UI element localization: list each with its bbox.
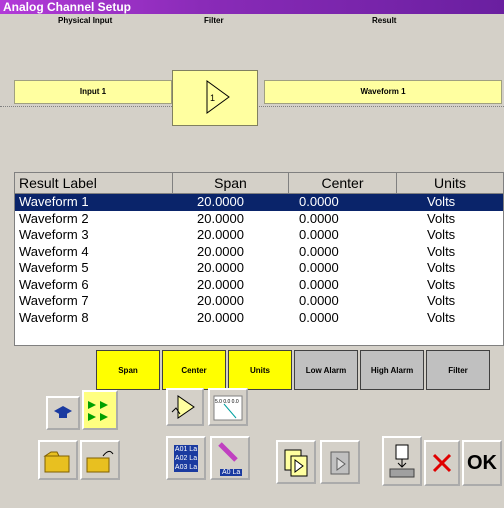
filter-triangle-icon: 1 — [206, 80, 230, 114]
cell-result-label: Waveform 7 — [19, 293, 89, 308]
cell-span: 20.0000 — [197, 243, 244, 259]
folder-arrow-icon — [86, 450, 114, 473]
graduate-button[interactable] — [46, 396, 80, 430]
input-box[interactable]: Input 1 — [14, 80, 172, 104]
table-body: Waveform 1 20.0000 0.0000 Volts Waveform 2 20… — [15, 194, 503, 326]
cell-units: Volts — [427, 210, 456, 226]
filter-number: 1 — [210, 93, 215, 103]
cell-result-label: Waveform 1 — [19, 194, 89, 209]
tab-filter[interactable]: Filter — [426, 350, 490, 390]
cell-span: 20.0000 — [197, 227, 244, 242]
cell-units: Volts — [427, 260, 456, 275]
col-result-label[interactable]: Result Label — [15, 173, 173, 193]
cell-units: Volts — [427, 293, 456, 308]
cell-result-label: Waveform 5 — [19, 260, 89, 275]
cell-result-label: Waveform 8 — [19, 309, 89, 325]
apply-button[interactable] — [382, 436, 422, 486]
cell-span: 20.0000 — [197, 260, 244, 275]
hand-press-icon — [389, 444, 415, 478]
col-units[interactable]: Units — [397, 173, 503, 193]
result-header: Result — [372, 16, 397, 25]
cell-units: Volts — [427, 194, 456, 209]
channel-diagram: Physical Input Filter Result Input 1 1 W… — [0, 14, 504, 155]
table-row[interactable]: Waveform 4 20.0000 0.0000 Volts — [15, 244, 503, 261]
label-line-2: A02 La — [173, 453, 199, 463]
table-row[interactable]: Waveform 5 20.0000 0.0000 Volts — [15, 260, 503, 277]
table-row[interactable]: Waveform 6 20.0000 0.0000 Volts — [15, 277, 503, 294]
label-list-button[interactable]: A01 La A02 La A03 La — [166, 436, 206, 480]
cell-center: 0.0000 — [299, 227, 339, 242]
graduation-cap-icon — [54, 406, 72, 418]
tab-high-alarm[interactable]: High Alarm — [360, 350, 424, 390]
cell-units: Volts — [427, 309, 456, 325]
cell-result-label: Waveform 2 — [19, 210, 89, 226]
filter-block[interactable]: 1 — [172, 70, 258, 126]
cell-center: 0.0000 — [299, 243, 339, 259]
table-row[interactable]: Waveform 8 20.0000 0.0000 Volts — [15, 310, 503, 327]
cell-center: 0.0000 — [299, 293, 339, 308]
waveform-filter-icon — [171, 395, 195, 419]
table-row[interactable]: Waveform 2 20.0000 0.0000 Volts — [15, 211, 503, 228]
paste-button[interactable] — [320, 440, 360, 484]
label-list-icon: A01 La A02 La A03 La — [173, 444, 199, 472]
close-icon — [432, 453, 452, 473]
save-folder-button[interactable] — [80, 440, 120, 480]
cell-result-label: Waveform 3 — [19, 227, 89, 242]
ok-button[interactable]: OK — [462, 440, 502, 486]
cell-center: 0.0000 — [299, 210, 339, 226]
cell-span: 20.0000 — [197, 276, 244, 292]
flow-arrows-button[interactable] — [82, 390, 118, 430]
physical-input-header: Physical Input — [58, 16, 113, 25]
filter-header: Filter — [204, 16, 224, 25]
grid-icon-text: 5.0 0.0 0.0 — [215, 399, 239, 405]
input-box-label: Input 1 — [79, 87, 107, 96]
result-box-label: Waveform 1 — [360, 87, 406, 96]
paste-icon — [330, 451, 350, 475]
cell-result-label: Waveform 6 — [19, 276, 89, 292]
cell-center: 0.0000 — [299, 260, 339, 275]
copy-icon — [284, 449, 308, 477]
cell-span: 20.0000 — [197, 293, 244, 308]
cancel-button[interactable] — [424, 440, 460, 486]
cell-result-label: Waveform 4 — [19, 243, 89, 259]
label-line-1: A01 La — [173, 444, 199, 454]
cell-span: 20.0000 — [197, 309, 244, 325]
table-header: Result Label Span Center Units — [15, 173, 503, 194]
copy-button[interactable] — [276, 440, 316, 484]
table-row[interactable]: Waveform 3 20.0000 0.0000 Volts — [15, 227, 503, 244]
cell-span: 20.0000 — [197, 210, 244, 226]
cell-units: Volts — [427, 243, 456, 259]
separator-band — [0, 154, 504, 170]
col-center[interactable]: Center — [289, 173, 397, 193]
cell-span: 20.0000 — [197, 194, 244, 209]
label-line-3: A03 La — [173, 462, 199, 472]
scale-grid-button[interactable]: 5.0 0.0 0.0 — [208, 388, 248, 426]
tab-units[interactable]: Units — [228, 350, 292, 390]
edit-label-text: A0 La — [220, 469, 243, 476]
tab-center[interactable]: Center — [162, 350, 226, 390]
cell-units: Volts — [427, 227, 456, 242]
pencil-label-icon: A0 La — [214, 440, 246, 476]
waveform-tool-button[interactable] — [166, 388, 204, 426]
edit-label-button[interactable]: A0 La — [210, 436, 250, 480]
tab-low-alarm[interactable]: Low Alarm — [294, 350, 358, 390]
column-tabs: Span Center Units Low Alarm High Alarm F… — [96, 350, 502, 390]
cell-units: Volts — [427, 276, 456, 292]
window-title: Analog Channel Setup — [0, 0, 504, 14]
open-folder-button[interactable] — [38, 440, 78, 480]
cell-center: 0.0000 — [299, 309, 339, 325]
table-row[interactable]: Waveform 1 20.0000 0.0000 Volts — [15, 194, 503, 211]
table-row[interactable]: Waveform 7 20.0000 0.0000 Volts — [15, 293, 503, 310]
cell-center: 0.0000 — [299, 194, 339, 209]
flow-arrows-icon — [88, 401, 108, 421]
cell-center: 0.0000 — [299, 276, 339, 292]
open-folder-icon — [43, 451, 70, 473]
scale-grid-icon: 5.0 0.0 0.0 — [213, 395, 243, 421]
tab-span[interactable]: Span — [96, 350, 160, 390]
result-table: Result Label Span Center Units Waveform … — [14, 172, 504, 346]
col-span[interactable]: Span — [173, 173, 289, 193]
result-box[interactable]: Waveform 1 — [264, 80, 502, 104]
